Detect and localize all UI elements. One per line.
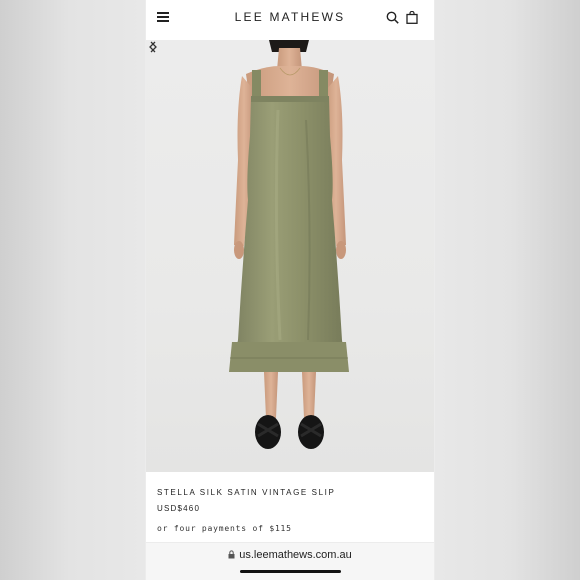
search-icon[interactable] xyxy=(386,11,399,24)
shopping-bag-icon[interactable] xyxy=(406,11,418,24)
product-image-carousel[interactable] xyxy=(146,40,434,472)
product-title: STELLA SILK SATIN VINTAGE SLIP xyxy=(157,488,336,497)
installment-text[interactable]: or four payments of $115 xyxy=(157,524,292,533)
site-header: LEE MATHEWS xyxy=(146,0,434,40)
product-price: USD$460 xyxy=(157,504,201,513)
lock-icon xyxy=(228,550,235,559)
home-indicator[interactable] xyxy=(240,570,341,573)
phone-screen: LEE MATHEWS STELLA SILK SATIN VINTAGE SL… xyxy=(146,0,434,580)
product-info: STELLA SILK SATIN VINTAGE SLIP USD$460 o… xyxy=(146,472,434,542)
browser-address-bar[interactable]: us.leemathews.com.au xyxy=(146,542,434,580)
product-photo xyxy=(229,40,349,449)
url-text[interactable]: us.leemathews.com.au xyxy=(239,549,352,561)
chevron-right-icon[interactable] xyxy=(146,40,160,54)
